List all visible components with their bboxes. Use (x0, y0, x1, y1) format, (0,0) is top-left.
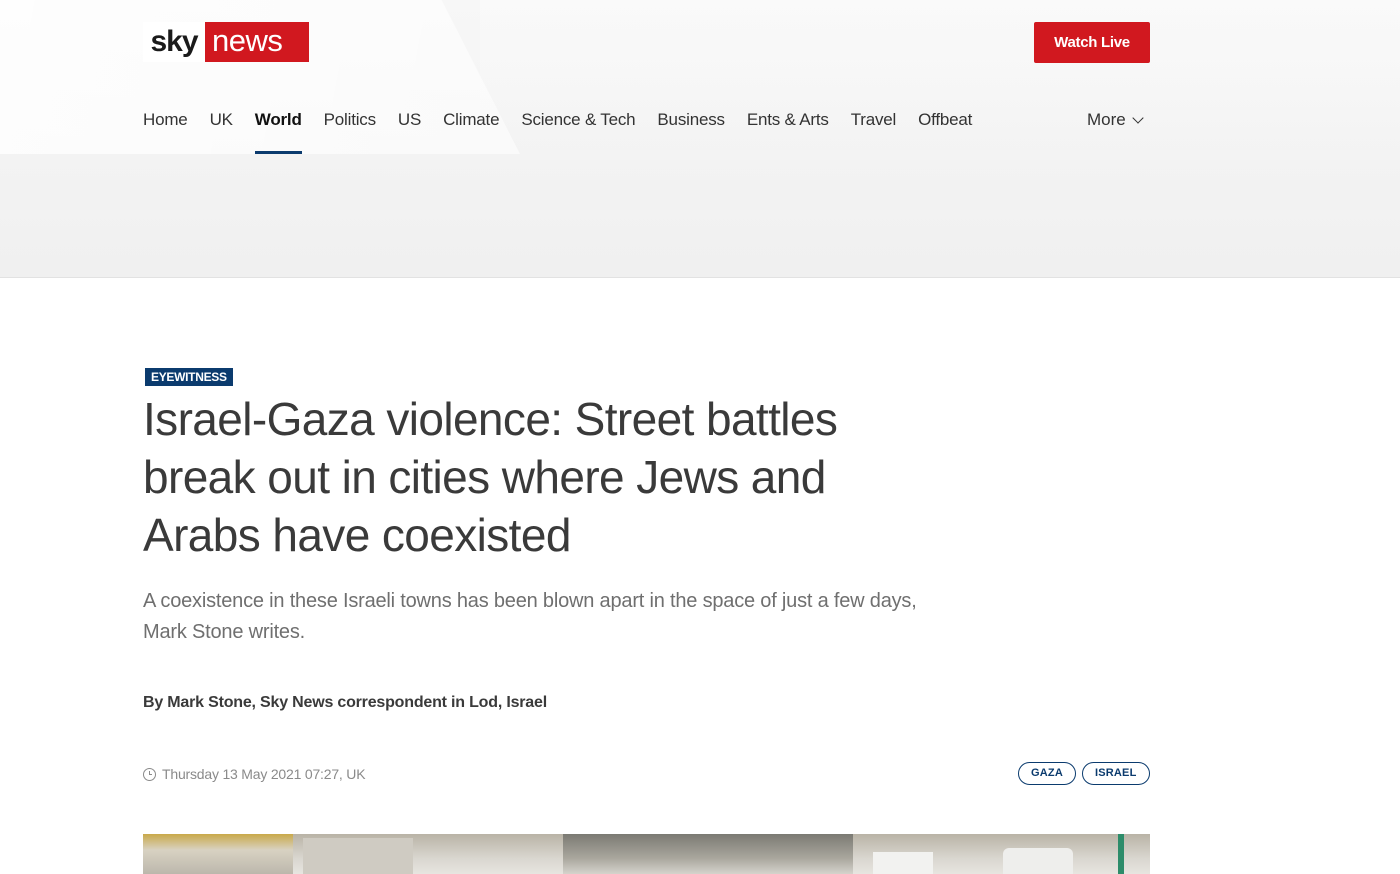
hero-image-detail (1003, 848, 1073, 874)
more-label: More (1087, 110, 1126, 129)
hero-image-detail (563, 834, 853, 874)
watch-live-button[interactable]: Watch Live (1034, 22, 1150, 63)
article-tags: GAZA ISRAEL (1018, 762, 1156, 785)
nav-item-home[interactable]: Home (143, 108, 188, 154)
hero-image-detail (303, 838, 413, 874)
clock-icon (143, 767, 156, 781)
article-headline: Israel-Gaza violence: Street battles bre… (143, 393, 838, 561)
hero-image-detail (1118, 834, 1124, 874)
nav-item-politics[interactable]: Politics (324, 108, 376, 154)
nav-item-climate[interactable]: Climate (443, 108, 499, 154)
nav-item-world[interactable]: World (254, 108, 302, 154)
tag-gaza[interactable]: GAZA (1018, 762, 1076, 785)
nav-item-travel[interactable]: Travel (851, 108, 897, 154)
logo-sky-text: sky (143, 22, 205, 62)
article-date-text: Thursday 13 May 2021 07:27, UK (162, 766, 366, 782)
more-menu-button[interactable]: More (1087, 108, 1144, 132)
eyewitness-badge[interactable]: EYEWITNESS (145, 368, 233, 386)
hero-image-detail (143, 834, 293, 874)
main-nav: Home UK World Politics US Climate Scienc… (143, 108, 994, 154)
nav-item-science-tech[interactable]: Science & Tech (521, 108, 635, 154)
nav-item-uk[interactable]: UK (210, 108, 233, 154)
tag-israel[interactable]: ISRAEL (1081, 762, 1150, 785)
article-date: Thursday 13 May 2021 07:27, UK (143, 766, 366, 782)
site-header: sky news Watch Live Home UK World Politi… (0, 0, 1400, 278)
nav-item-business[interactable]: Business (657, 108, 725, 154)
sky-news-logo[interactable]: sky news (143, 22, 309, 62)
article-standfirst: A coexistence in these Israeli towns has… (143, 590, 917, 643)
hero-image-detail (873, 852, 933, 874)
logo-news-text: news (205, 22, 309, 62)
article-byline: By Mark Stone, Sky News correspondent in… (143, 694, 547, 711)
nav-item-offbeat[interactable]: Offbeat (918, 108, 972, 154)
nav-item-ents-arts[interactable]: Ents & Arts (747, 108, 829, 154)
chevron-down-icon (1132, 112, 1144, 124)
hero-image (143, 834, 1150, 874)
nav-item-us[interactable]: US (398, 108, 421, 154)
